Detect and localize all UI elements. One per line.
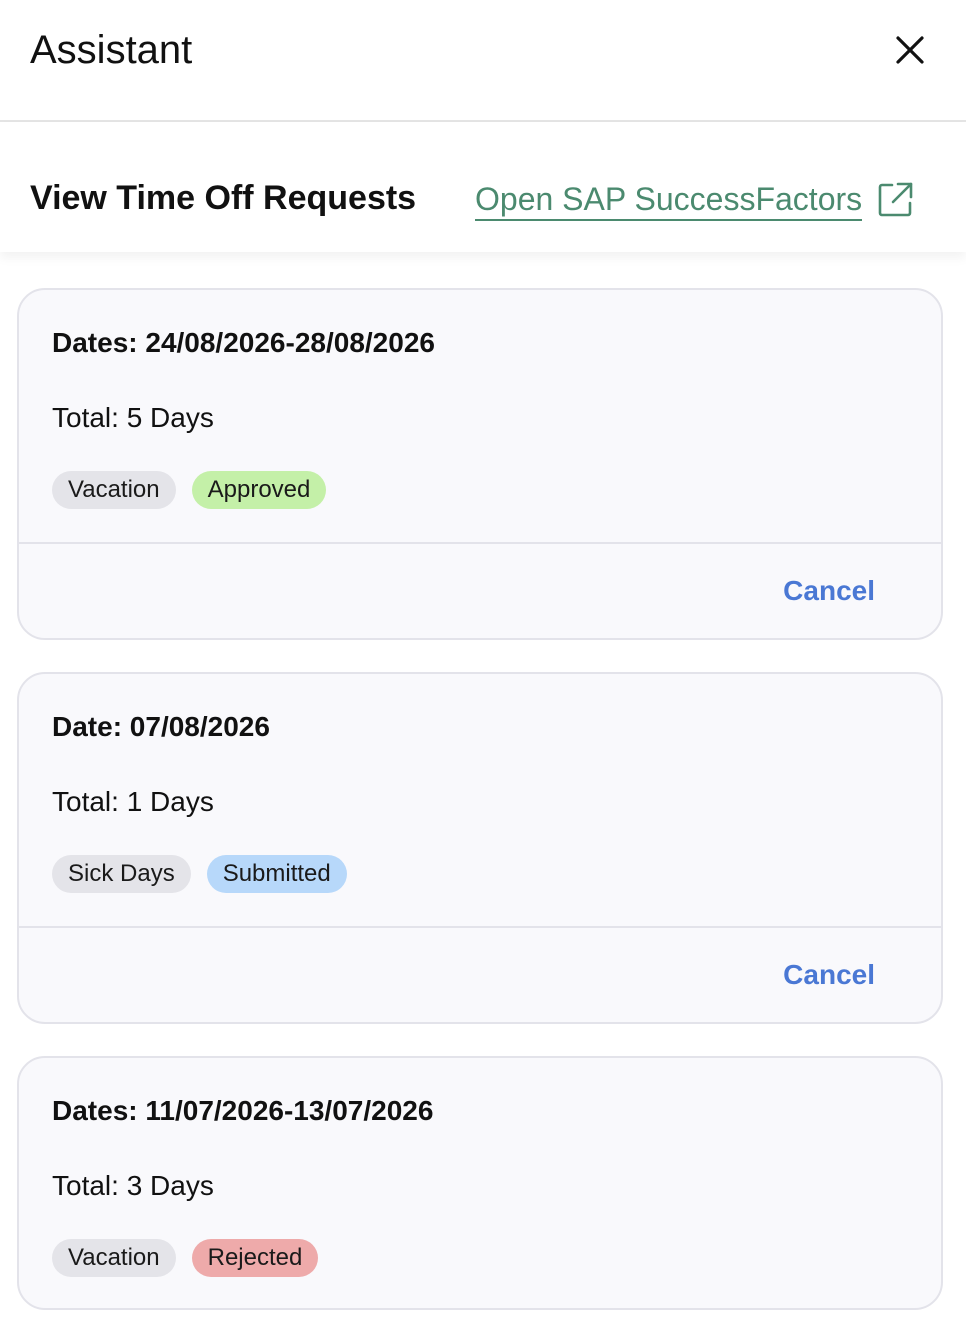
request-tags: Sick Days Submitted — [52, 855, 347, 893]
time-off-request-card: Dates: 24/08/2026-28/08/2026 Total: 5 Da… — [17, 288, 943, 640]
section-header: View Time Off Requests Open SAP SuccessF… — [0, 122, 966, 252]
request-dates: Dates: 11/07/2026-13/07/2026 — [52, 1095, 434, 1126]
external-link-icon — [878, 182, 913, 217]
request-total: Total: 3 Days — [52, 1170, 214, 1201]
open-sap-successfactors-label: Open SAP SuccessFactors — [475, 179, 863, 221]
status-badge: Rejected — [191, 1239, 319, 1277]
request-card-body: Dates: 24/08/2026-28/08/2026 Total: 5 Da… — [19, 290, 941, 542]
request-card-body: Date: 07/08/2026 Total: 1 Days Sick Days… — [19, 674, 941, 926]
time-off-request-card: Date: 07/08/2026 Total: 1 Days Sick Days… — [17, 672, 943, 1024]
request-card-body: Dates: 11/07/2026-13/07/2026 Total: 3 Da… — [19, 1058, 941, 1308]
cancel-request-button[interactable]: Cancel — [783, 574, 875, 608]
app-title: Assistant — [30, 28, 193, 72]
request-card-footer: Cancel — [19, 542, 941, 638]
close-icon — [896, 36, 924, 64]
cancel-request-button[interactable]: Cancel — [783, 958, 875, 992]
request-dates: Date: 07/08/2026 — [52, 711, 270, 742]
leave-type-badge: Vacation — [52, 1239, 176, 1277]
request-card-footer: Cancel — [19, 926, 941, 1022]
time-off-request-card: Dates: 11/07/2026-13/07/2026 Total: 3 Da… — [17, 1056, 943, 1310]
leave-type-badge: Vacation — [52, 471, 176, 509]
status-badge: Submitted — [206, 855, 347, 893]
request-dates: Dates: 24/08/2026-28/08/2026 — [52, 327, 435, 358]
request-tags: Vacation Approved — [52, 471, 327, 509]
request-total: Total: 1 Days — [52, 786, 214, 817]
open-sap-successfactors-link[interactable]: Open SAP SuccessFactors — [475, 178, 914, 222]
page-title: View Time Off Requests — [30, 179, 417, 217]
request-tags: Vacation Rejected — [52, 1239, 319, 1277]
request-total: Total: 5 Days — [52, 402, 214, 433]
assistant-top-bar: Assistant — [0, 0, 966, 122]
close-button[interactable] — [886, 26, 934, 74]
status-badge: Approved — [191, 471, 327, 509]
leave-type-badge: Sick Days — [52, 855, 191, 893]
